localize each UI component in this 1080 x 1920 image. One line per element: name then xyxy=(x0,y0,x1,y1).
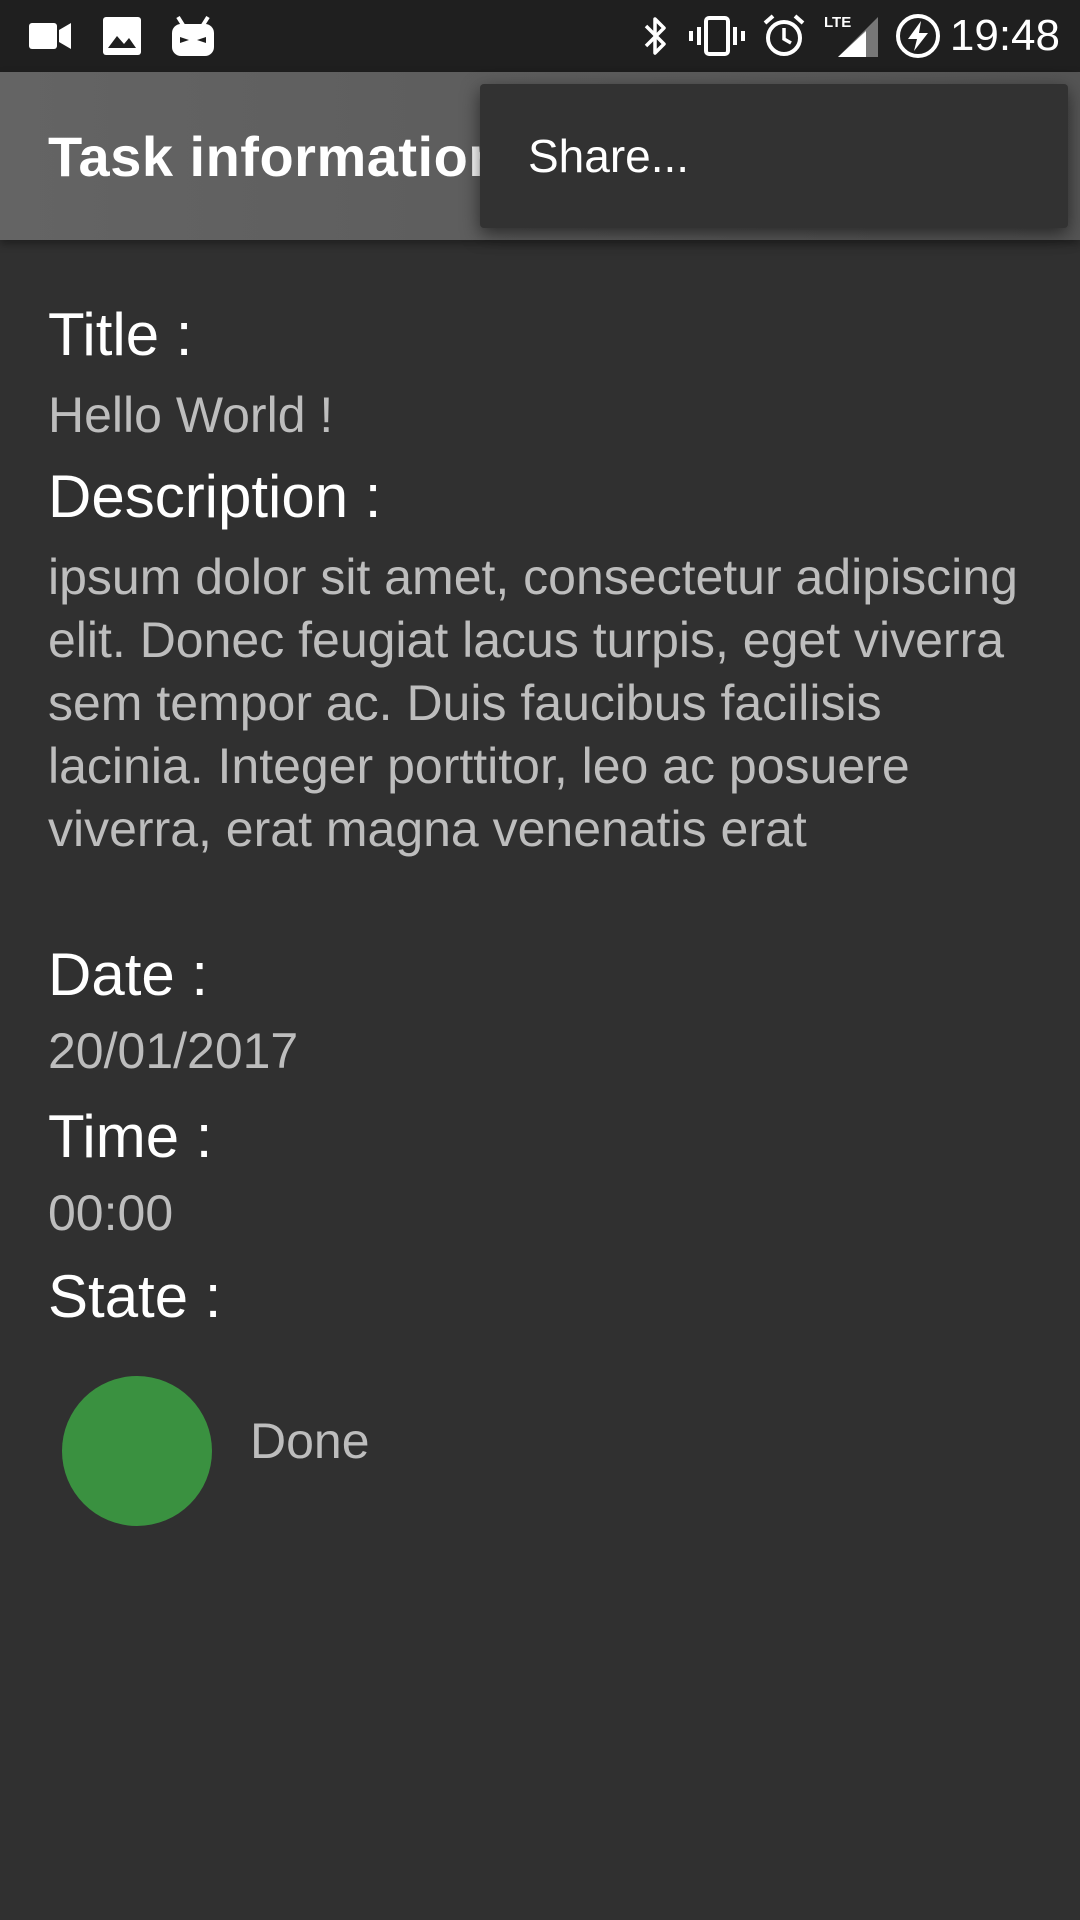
state-value: Done xyxy=(250,1413,370,1469)
overflow-menu: Share... xyxy=(480,84,1068,228)
bluetooth-icon xyxy=(636,12,676,60)
status-bar-clock: 19:48 xyxy=(949,11,1060,60)
state-row: Done xyxy=(48,1376,1038,1526)
battery-charging-icon xyxy=(894,12,942,60)
time-value: 00:00 xyxy=(48,1185,174,1241)
vibrate-icon xyxy=(688,12,746,60)
time-label: Time : xyxy=(48,1103,213,1170)
cyanogen-mascot-icon xyxy=(170,12,216,60)
title-label: Title : xyxy=(48,301,193,368)
state-indicator-icon xyxy=(62,1376,212,1526)
description-value: ipsum dolor sit amet, consectetur adipis… xyxy=(48,549,1018,857)
lte-signal-icon: LTE xyxy=(822,12,880,60)
state-label: State : xyxy=(48,1263,222,1330)
task-information-screen: LTE 19:48 Task information Share... Titl… xyxy=(0,0,1080,1920)
description-label: Description : xyxy=(48,463,382,530)
alarm-icon xyxy=(760,12,808,60)
share-menu-item[interactable]: Share... xyxy=(480,84,1068,228)
image-icon xyxy=(100,12,144,60)
lte-label: LTE xyxy=(824,14,851,31)
title-value: Hello World ! xyxy=(48,387,334,443)
status-bar: LTE 19:48 xyxy=(0,0,1080,72)
date-label: Date : xyxy=(48,941,209,1008)
video-camera-icon xyxy=(28,12,72,60)
page-title: Task information xyxy=(48,125,504,188)
date-value: 20/01/2017 xyxy=(48,1023,299,1079)
